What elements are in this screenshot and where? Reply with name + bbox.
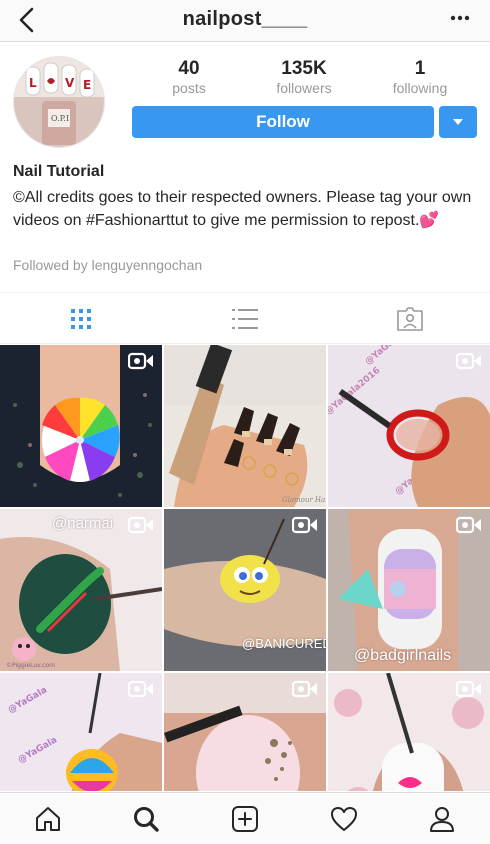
nav-search[interactable]: [131, 805, 161, 833]
video-camera-icon: [128, 516, 153, 534]
followed-by-text[interactable]: Followed by lenguyenngochan: [13, 257, 202, 273]
profile-avatar[interactable]: L V E O.P.I: [13, 56, 105, 148]
followers-count: 135K: [281, 58, 327, 79]
svg-text:E: E: [83, 78, 91, 92]
post-overlay-text: @BANICURED_: [242, 636, 326, 651]
suggestions-dropdown-button[interactable]: [439, 106, 477, 138]
tab-tagged[interactable]: [396, 307, 424, 331]
home-icon: [36, 807, 60, 831]
more-options-button[interactable]: [448, 8, 472, 28]
post-thumbnail[interactable]: ©PiggieLuv.com @narmai: [0, 509, 162, 671]
person-icon: [430, 807, 454, 832]
post-thumbnail[interactable]: Glamour Haze: [164, 345, 326, 507]
post-thumbnail[interactable]: @YaGala2016 @YaGala2016 @YaGala2016 @YaG…: [328, 345, 490, 507]
tab-list-view[interactable]: [231, 307, 259, 331]
posts-grid: Glamour Haze @YaGala2016 @YaGala2016 @Ya…: [0, 345, 490, 791]
posts-label: posts: [172, 80, 206, 96]
stat-followers[interactable]: 135K followers: [249, 58, 359, 96]
grid-icon: [71, 309, 91, 329]
more-horizontal-icon: [450, 15, 470, 21]
video-camera-icon: [456, 680, 481, 698]
video-camera-icon: [456, 352, 481, 370]
post-thumbnail[interactable]: @YaGala @YaGala: [0, 673, 162, 791]
caret-down-icon: [453, 119, 463, 125]
nav-activity[interactable]: [329, 805, 359, 833]
video-camera-icon: [128, 680, 153, 698]
nav-new-post[interactable]: [230, 805, 260, 833]
search-icon: [134, 807, 159, 832]
video-camera-icon: [128, 352, 153, 370]
heart-icon: [331, 807, 357, 831]
plus-square-icon: [232, 806, 258, 832]
video-camera-icon: [292, 516, 317, 534]
bio-text: ©All credits goes to their respected own…: [13, 189, 472, 229]
post-thumbnail[interactable]: @badgirlnails: [328, 509, 490, 671]
post-thumbnail[interactable]: @BANICURED_: [164, 509, 326, 671]
profile-view-tabs: [0, 292, 490, 344]
followers-label: followers: [276, 80, 332, 96]
list-icon: [232, 309, 258, 329]
bottom-tab-bar: [0, 792, 490, 844]
post-watermark: Glamour Haze: [282, 496, 326, 504]
video-camera-icon: [292, 680, 317, 698]
post-watermark: ©PiggieLuv.com: [6, 662, 55, 669]
svg-text:L: L: [29, 76, 37, 90]
post-overlay-text: @badgirlnails: [354, 647, 452, 664]
post-thumbnail[interactable]: [164, 673, 326, 791]
posts-count: 40: [178, 58, 200, 79]
follow-button[interactable]: Follow: [132, 106, 434, 138]
nav-home[interactable]: [33, 805, 63, 833]
following-label: following: [392, 80, 448, 96]
stat-following[interactable]: 1 following: [365, 58, 475, 96]
stat-posts[interactable]: 40 posts: [134, 58, 244, 96]
post-thumbnail[interactable]: [328, 673, 490, 791]
profile-username-title: nailpost____: [182, 8, 308, 30]
svg-text:O.P.I: O.P.I: [51, 114, 69, 123]
post-overlay-text: @narmai: [52, 515, 114, 532]
following-count: 1: [414, 58, 426, 79]
nav-profile[interactable]: [427, 805, 457, 833]
tab-grid-view[interactable]: [67, 307, 95, 331]
post-thumbnail[interactable]: [0, 345, 162, 507]
bio-name: Nail Tutorial: [13, 163, 105, 180]
svg-text:V: V: [65, 76, 75, 90]
video-camera-icon: [456, 516, 481, 534]
top-navigation-bar: nailpost____: [0, 0, 490, 42]
tagged-icon: [397, 307, 423, 331]
